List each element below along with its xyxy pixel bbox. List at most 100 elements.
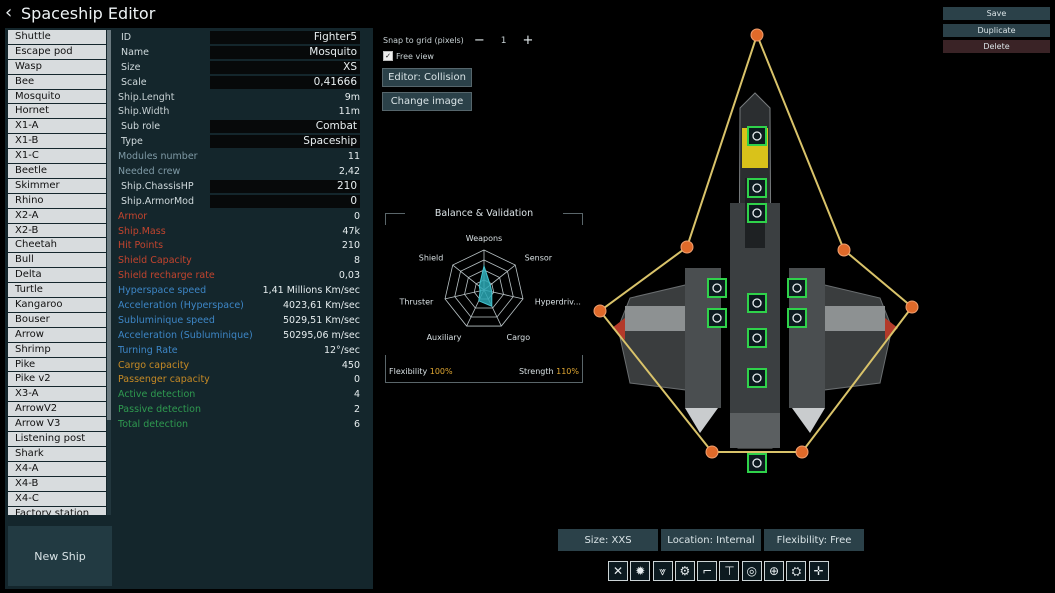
ship-list-item[interactable]: Beetle <box>8 164 106 178</box>
module-slot[interactable] <box>747 293 767 313</box>
stat-subluminique-speed: Subluminique speed 5029,51 Km/sec <box>118 313 360 328</box>
ship-list-item[interactable]: Escape pod <box>8 44 106 59</box>
ship-list-item[interactable]: Delta <box>8 268 106 283</box>
scrollbar-thumb[interactable] <box>107 30 111 420</box>
delete-button[interactable]: Delete <box>943 40 1050 53</box>
ship-list-item[interactable]: X2-A <box>8 208 106 223</box>
ship-list-item[interactable]: Hornet <box>8 104 106 119</box>
ship-list-item[interactable]: X1-A <box>8 119 106 134</box>
ship-list-item[interactable]: ArrowV2 <box>8 402 106 417</box>
module-slot[interactable] <box>747 203 767 223</box>
ship-list-item[interactable]: Cheetah <box>8 238 106 253</box>
gun-icon[interactable]: ⌐ <box>697 561 718 581</box>
module-slot[interactable] <box>707 278 727 298</box>
ship-list-item[interactable]: Rhino <box>8 193 106 208</box>
module-slot[interactable] <box>787 308 807 328</box>
snap-increase-button[interactable]: + <box>522 33 533 48</box>
ship-list-item[interactable]: X2-B <box>8 223 106 238</box>
collision-node-handle[interactable] <box>837 243 851 257</box>
collision-node-handle[interactable] <box>705 445 719 459</box>
ship-list-item[interactable]: X4-C <box>8 491 106 506</box>
collision-node-handle[interactable] <box>795 445 809 459</box>
size-input[interactable]: XS <box>210 60 360 74</box>
ship-list-scrollbar[interactable] <box>107 30 111 515</box>
module-size-tag[interactable]: Size: XXS <box>558 529 658 551</box>
ship-list-item[interactable]: Bull <box>8 253 106 268</box>
module-slot[interactable] <box>747 178 767 198</box>
field-sub-role: Sub role Combat <box>118 119 360 134</box>
save-button[interactable]: Save <box>943 7 1050 20</box>
life-support-icon[interactable]: ⛭ <box>786 561 807 581</box>
ship-list-item[interactable]: X4-B <box>8 476 106 491</box>
armor-mod-input[interactable]: 0 <box>210 194 360 208</box>
length-value: 9m <box>344 91 360 103</box>
id-input[interactable]: Fighter5 <box>210 31 360 44</box>
passenger-capacity-label: Passenger capacity <box>118 374 210 386</box>
module-slot[interactable] <box>747 453 767 473</box>
ship-list-item[interactable]: Pike <box>8 357 106 372</box>
duplicate-button[interactable]: Duplicate <box>943 24 1050 37</box>
module-slot[interactable] <box>707 308 727 328</box>
ship-list-item[interactable]: Shuttle <box>8 30 106 44</box>
radar-icon[interactable]: ◎ <box>741 561 762 581</box>
stat-shield-recharge: Shield recharge rate 0,03 <box>118 268 360 283</box>
ship-list-item[interactable]: Shrimp <box>8 342 106 357</box>
ship-list-item[interactable]: X1-C <box>8 149 106 164</box>
modules-number-label: Modules number <box>118 151 198 163</box>
module-slot[interactable] <box>747 368 767 388</box>
sub-role-select[interactable]: Combat <box>210 120 360 134</box>
targeting-icon[interactable]: ✛ <box>808 561 829 581</box>
ship-list-item[interactable]: Mosquito <box>8 89 106 104</box>
ship-list-item[interactable]: Kangaroo <box>8 298 106 312</box>
collision-node-handle[interactable] <box>905 300 919 314</box>
module-flexibility-tag[interactable]: Flexibility: Free <box>764 529 864 551</box>
ship-list-item[interactable]: Pike v2 <box>8 372 106 387</box>
ship-list-item[interactable]: X4-A <box>8 461 106 476</box>
strength-label: Strength <box>518 367 554 376</box>
ship-preview-canvas[interactable] <box>590 28 920 478</box>
turret-icon[interactable]: ⊤ <box>719 561 740 581</box>
needed-crew-value: 2,42 <box>338 166 360 178</box>
ship-list-item[interactable]: Arrow V3 <box>8 417 106 432</box>
snap-value[interactable]: 1 <box>501 36 507 46</box>
gear-icon[interactable]: ⚙ <box>674 561 695 581</box>
ship-list[interactable]: Shuttle Escape pod Wasp Bee Mosquito Hornet X1… <box>8 30 106 515</box>
ship-list-item[interactable]: Shark <box>8 446 106 461</box>
ship-list-item[interactable]: Skimmer <box>8 178 106 193</box>
back-arrow-icon[interactable]: ‹ <box>5 4 17 22</box>
module-slot[interactable] <box>787 278 807 298</box>
turning-rate-value: 12°/sec <box>323 344 360 356</box>
hit-points-value: 210 <box>341 240 360 252</box>
ship-list-item[interactable]: X1-B <box>8 134 106 149</box>
free-view-toggle[interactable]: ✓ Free view <box>383 51 434 61</box>
module-slot[interactable] <box>747 328 767 348</box>
ship-list-item[interactable]: Arrow <box>8 327 106 342</box>
type-select[interactable]: Spaceship <box>210 135 360 149</box>
ship-list-item[interactable]: X3-A <box>8 387 106 402</box>
ship-list-item[interactable]: Bouser <box>8 312 106 327</box>
splash-icon[interactable]: ✹ <box>630 561 651 581</box>
name-input[interactable]: Mosquito <box>210 45 360 59</box>
chassis-hp-input[interactable]: 210 <box>210 179 360 193</box>
ship-list-item[interactable]: Listening post <box>8 432 106 446</box>
module-slot[interactable] <box>747 126 767 146</box>
free-view-checkbox[interactable]: ✓ <box>383 51 393 61</box>
collision-node-handle[interactable] <box>680 240 694 254</box>
ship-list-item[interactable]: Wasp <box>8 59 106 74</box>
snap-decrease-button[interactable]: − <box>474 33 485 48</box>
change-image-button[interactable]: Change image <box>382 92 472 111</box>
ship-list-item[interactable]: Factory station <box>8 506 106 515</box>
collision-node-handle[interactable] <box>750 28 764 42</box>
scale-input[interactable]: 0,41666 <box>210 75 360 89</box>
shield-chevrons-icon[interactable]: ⩔ <box>652 561 673 581</box>
collision-node-handle[interactable] <box>593 304 607 318</box>
ship-list-item[interactable]: Bee <box>8 74 106 89</box>
cross-weapons-icon[interactable]: ✕ <box>608 561 628 581</box>
passive-detection-label: Passive detection <box>118 404 202 416</box>
ship-list-item[interactable]: Turtle <box>8 283 106 298</box>
module-location-tag[interactable]: Location: Internal <box>661 529 761 551</box>
steering-icon[interactable]: ⊕ <box>764 561 785 581</box>
editor-mode-button[interactable]: Editor: Collision <box>382 68 472 87</box>
new-ship-button[interactable]: New Ship <box>8 526 112 586</box>
armor-mod-label: Ship.ArmorMod <box>121 195 194 207</box>
